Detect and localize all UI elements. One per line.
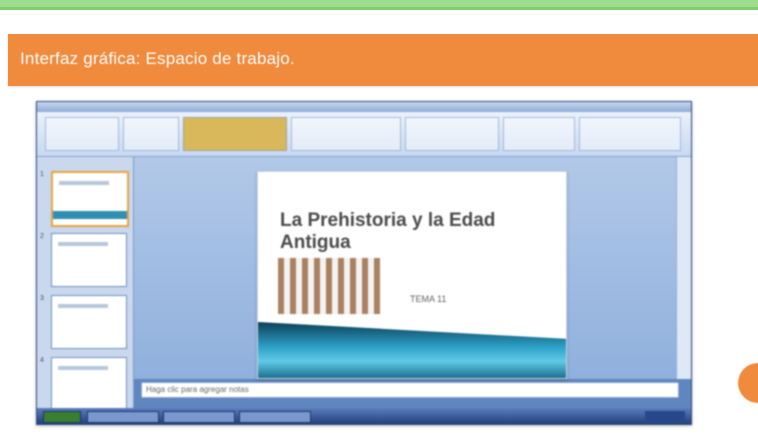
slide-subtitle: TEMA 11 — [410, 294, 447, 304]
section-banner: Interfaz gráfica: Espacio de trabajo. — [8, 34, 758, 86]
taskbar-item — [239, 411, 311, 423]
app-screenshot: 1 2 3 4 La Prehistoria y la Edad Antigua… — [36, 101, 692, 425]
slide-title: La Prehistoria y la Edad Antigua — [280, 210, 496, 253]
slide-thumbnail — [51, 295, 127, 349]
ribbon-group-drawing — [405, 117, 499, 151]
ribbon-group-slides — [123, 117, 179, 151]
slide-thumbnail — [51, 171, 129, 227]
ribbon-group-font — [183, 117, 287, 151]
current-slide: La Prehistoria y la Edad Antigua TEMA 11 — [257, 171, 567, 379]
slide-thumbnail — [51, 233, 127, 287]
system-tray — [645, 411, 685, 421]
taskbar-item — [87, 411, 159, 423]
top-color-strip — [0, 0, 758, 10]
editor-vertical-scrollbar — [676, 157, 691, 379]
ribbon-toolbar — [37, 112, 691, 157]
notes-pane: Haga clic para agregar notas — [141, 382, 679, 398]
slide-decorative-band — [258, 322, 566, 378]
orange-circle-button[interactable] — [738, 363, 758, 403]
thumbnail-band — [53, 211, 127, 219]
figures-image — [278, 258, 380, 314]
thumbnail-number: 2 — [40, 233, 44, 240]
taskbar-item — [163, 411, 235, 423]
ribbon-group-editing — [579, 117, 681, 151]
thumbnail-title-line — [59, 181, 109, 185]
app-titlebar — [37, 102, 691, 112]
thumbnail-number: 3 — [40, 295, 44, 302]
ribbon-group-clipboard — [45, 117, 119, 151]
thumbnail-title-line — [58, 366, 108, 370]
section-banner-title: Interfaz gráfica: Espacio de trabajo. — [20, 49, 295, 68]
slide-thumbnail-pane: 1 2 3 4 — [37, 157, 134, 411]
notes-placeholder: Haga clic para agregar notas — [146, 385, 249, 394]
thumbnail-title-line — [58, 242, 108, 246]
thumbnail-number: 1 — [40, 171, 44, 178]
slide-thumbnail — [51, 357, 127, 411]
windows-taskbar — [37, 408, 691, 424]
start-button — [43, 411, 81, 423]
thumbnail-number: 4 — [40, 357, 44, 364]
thumbnail-title-line — [58, 304, 108, 308]
ribbon-group-paragraph — [291, 117, 401, 151]
ribbon-group-arrange — [503, 117, 575, 151]
